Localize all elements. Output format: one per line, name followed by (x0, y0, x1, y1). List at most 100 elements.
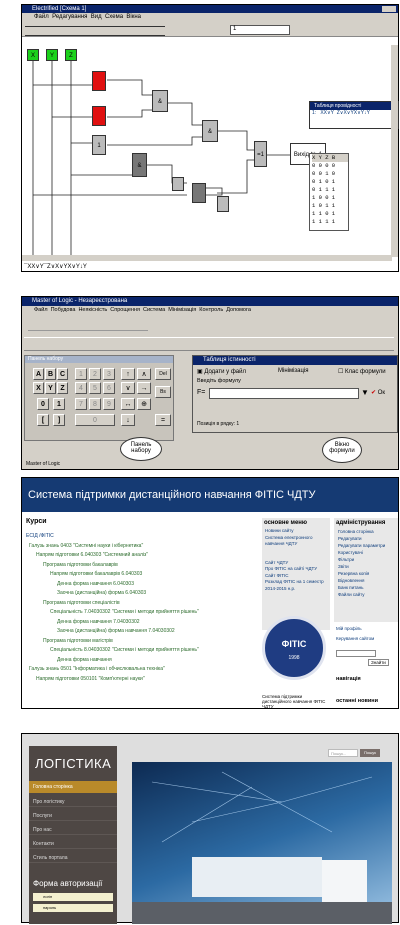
list-item[interactable]: Спеціальність 8.04030302 "Системи і мето… (26, 646, 266, 656)
menu-item[interactable]: Контроль (199, 307, 223, 313)
digit-8[interactable]: 8 (89, 398, 101, 410)
class-formula-checkbox[interactable]: ☐ Клас формули (338, 368, 386, 375)
list-item[interactable]: Спеціальність 7.04030302 "Системи і мето… (26, 608, 266, 618)
admin-link[interactable]: Звіти (338, 563, 398, 570)
search-button[interactable]: Пошук (360, 749, 380, 757)
search-input[interactable] (336, 650, 376, 657)
gate-or-1[interactable]: 1 (92, 135, 106, 155)
admin-link[interactable]: Головна сторінка (338, 528, 398, 535)
op-and[interactable]: ∧ (137, 368, 151, 380)
nav-item-about-us[interactable]: Про нас (29, 821, 117, 835)
admin-link[interactable]: Файли сайту (338, 591, 398, 598)
gate-and-2-active[interactable] (92, 106, 106, 126)
digit-7[interactable]: 7 (75, 398, 87, 410)
menu-item[interactable]: Спрощення (110, 307, 140, 313)
key-z[interactable]: Z (57, 382, 68, 394)
list-item[interactable]: Напрям підготовки бакалаврів 6.040303 (26, 570, 266, 580)
login-field[interactable]: логін (33, 893, 113, 901)
op-implication[interactable]: → (137, 382, 151, 394)
key-x[interactable]: X (33, 382, 44, 394)
gate-tool-icons[interactable] (25, 26, 165, 36)
digit-3[interactable]: 3 (103, 368, 115, 380)
admin-link[interactable]: Банк питань (338, 584, 398, 591)
list-item[interactable]: Заочна (дистанційна) форма 6.040303 (26, 589, 266, 599)
list-item[interactable]: Програма підготовки магістрів (26, 637, 266, 647)
gate-and-5[interactable]: & (132, 153, 147, 177)
toolbar-row-1[interactable] (28, 319, 148, 331)
gate-xor-1[interactable] (192, 183, 206, 203)
nav-item-about-logistics[interactable]: Про логістику (29, 793, 117, 807)
dropdown-icon[interactable]: ▼ (361, 388, 369, 397)
key-c[interactable]: C (57, 368, 68, 380)
list-item[interactable]: Галузь знань 0501 "Інформатика і обчислю… (26, 665, 266, 675)
gate-not-1[interactable] (172, 177, 184, 191)
list-item[interactable]: Денна форма навчання (26, 656, 266, 666)
admin-link[interactable]: Фільтри (338, 556, 398, 563)
op-backspace[interactable]: Bs (155, 386, 171, 398)
menu-item[interactable]: Файл (34, 307, 48, 313)
menu-item-edit[interactable]: Редагування (52, 14, 87, 20)
digit-0[interactable]: 0 (75, 414, 115, 426)
menu-item[interactable]: Побудова (51, 307, 76, 313)
gate-and-4[interactable]: & (202, 120, 218, 142)
gate-xor-output[interactable]: =1 (254, 141, 267, 167)
horizontal-scrollbar[interactable] (22, 255, 392, 261)
list-item[interactable]: Програма підготовки спеціалістів (26, 599, 266, 609)
list-item[interactable]: Денна форма навчання 6.040303 (26, 580, 266, 590)
profile-link[interactable]: Мій профіль (336, 626, 362, 631)
gate-and-1-active[interactable] (92, 71, 106, 91)
key-close-bracket[interactable]: ] (53, 414, 65, 426)
op-xor[interactable]: ⊕ (137, 398, 151, 410)
key-y[interactable]: Y (45, 382, 56, 394)
admin-link[interactable]: Редагувати параметри (338, 542, 398, 549)
menu-item[interactable]: Допомога (226, 307, 251, 313)
key-1[interactable]: 1 (53, 398, 65, 410)
op-equals[interactable]: = (155, 414, 171, 426)
digit-6[interactable]: 6 (103, 382, 115, 394)
admin-link[interactable]: Резервна копія (338, 570, 398, 577)
list-item[interactable]: ЕСІД /ФІТІС (26, 532, 266, 542)
key-open-bracket[interactable]: [ (37, 414, 49, 426)
minimize-button[interactable]: Мінімізація (278, 368, 309, 374)
ok-button[interactable]: ✔ Ок (371, 387, 396, 400)
list-item[interactable]: Напрям підготовки 6.040303 "Системний ан… (26, 551, 266, 561)
digit-4[interactable]: 4 (75, 382, 87, 394)
menu-item-windows[interactable]: Вікна (126, 14, 141, 20)
gate-and-6[interactable] (217, 196, 229, 212)
menu-link[interactable]: Система електронного навчання ЧДТУ (265, 535, 330, 548)
menu-item-file[interactable]: Файл (34, 14, 49, 20)
truth-table-window[interactable]: Таблиця провідності 1: ¯XX∨Y¯Z∨X∨YX∨Y↓Y (309, 101, 399, 129)
search-box[interactable]: Пошук... (328, 749, 358, 757)
menu-item[interactable]: Неякісність (78, 307, 107, 313)
op-nor[interactable]: ↓ (121, 414, 135, 426)
admin-link[interactable]: Користувачі (338, 549, 398, 556)
zoom-combo[interactable]: 1 (230, 25, 290, 35)
key-b[interactable]: B (45, 368, 56, 380)
op-equivalence[interactable]: ↔ (121, 398, 135, 410)
nav-item-contacts[interactable]: Контакти (29, 835, 117, 849)
op-delete[interactable]: Del (155, 368, 171, 380)
search-button[interactable]: Знайти (368, 659, 389, 666)
nav-item-style[interactable]: Стиль портала (29, 849, 117, 863)
op-or[interactable]: ∨ (121, 382, 135, 394)
formula-input[interactable] (209, 388, 359, 399)
gate-and-3[interactable]: & (152, 90, 168, 112)
menu-link[interactable]: Розклад ФІТІС на 1 семестр 2014-2015 н.р… (265, 579, 330, 592)
menu-item-scheme[interactable]: Схема (105, 14, 123, 20)
op-nand[interactable]: ↑ (121, 368, 135, 380)
menu-item[interactable]: Мінімізація (168, 307, 196, 313)
vertical-scrollbar[interactable] (391, 45, 398, 257)
list-item[interactable]: Денна форма навчання 7.04030302 (26, 618, 266, 628)
digit-1[interactable]: 1 (75, 368, 87, 380)
digit-2[interactable]: 2 (89, 368, 101, 380)
key-a[interactable]: A (33, 368, 44, 380)
nav-item-services[interactable]: Послуги (29, 807, 117, 821)
list-item[interactable]: Програма підготовки бакалаврів (26, 561, 266, 571)
add-to-file-button[interactable]: ▣ Додати у файл (197, 368, 246, 375)
menu-item[interactable]: Система (143, 307, 165, 313)
admin-link[interactable]: Відновлення (338, 577, 398, 584)
digit-9[interactable]: 9 (103, 398, 115, 410)
list-item[interactable]: Галузь знань 0403 "Системні науки і кібе… (26, 542, 266, 552)
password-field[interactable]: пароль (33, 904, 113, 912)
key-0[interactable]: 0 (37, 398, 49, 410)
